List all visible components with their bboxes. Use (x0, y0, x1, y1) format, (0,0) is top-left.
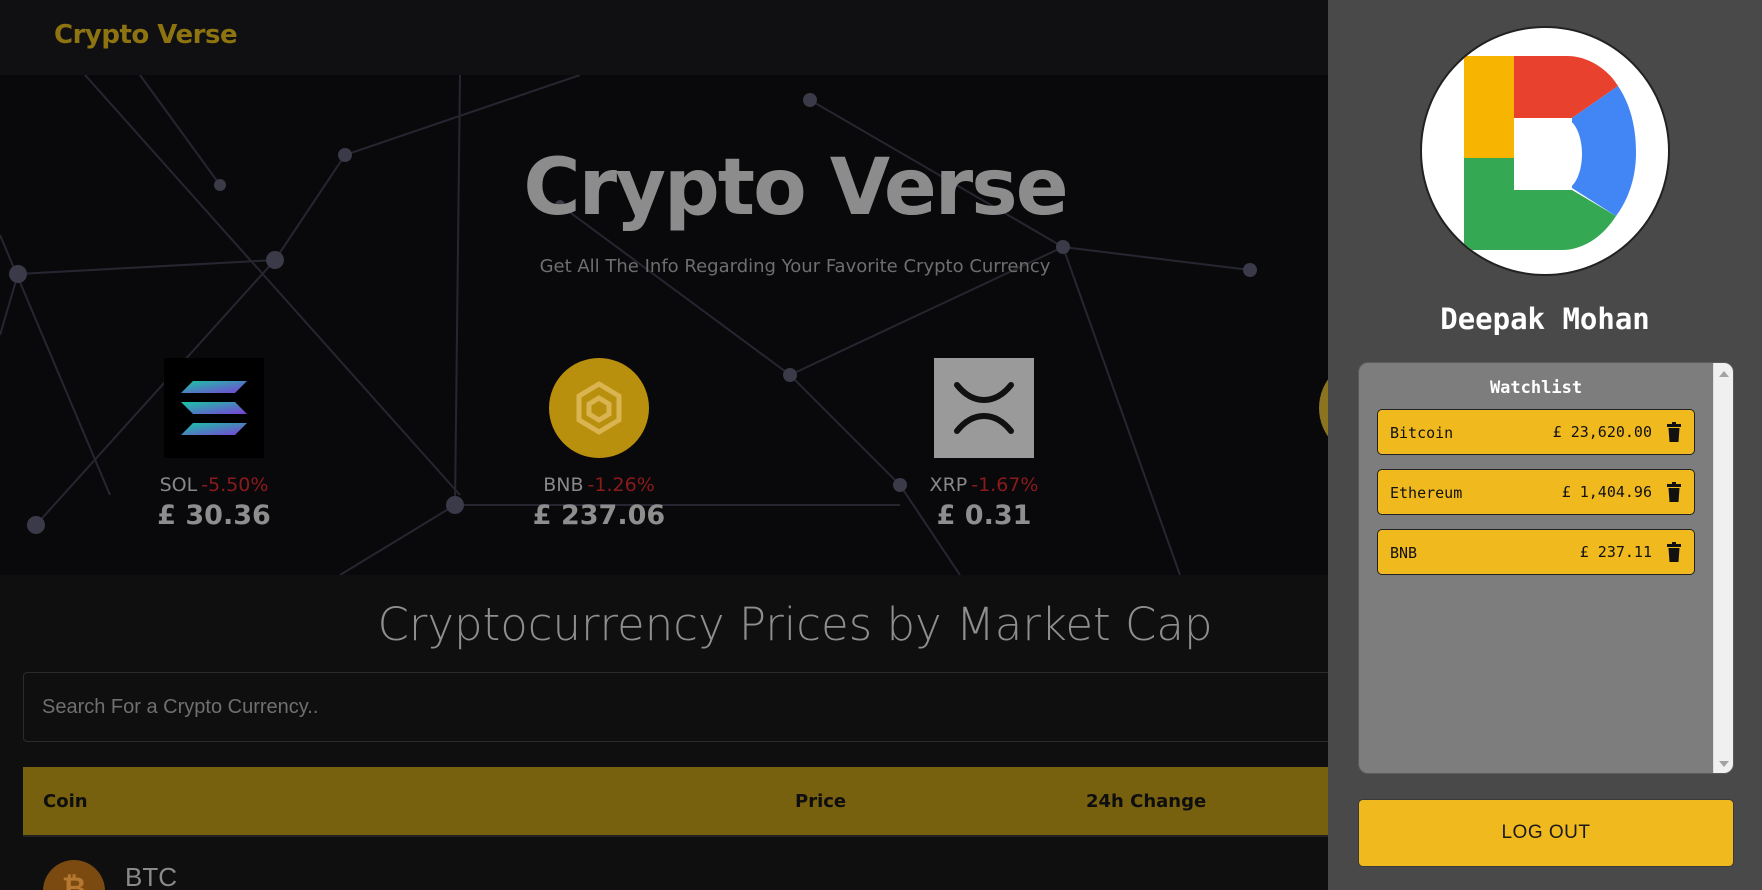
scroll-down-arrow-icon[interactable] (1719, 761, 1729, 767)
logout-button[interactable]: LOG OUT (1358, 799, 1734, 867)
table-header: Coin Price 24h Change (23, 767, 1543, 837)
search-input[interactable] (23, 672, 1543, 742)
coin-change: -1.67% (971, 474, 1039, 496)
watchlist-scrollbar[interactable] (1713, 363, 1733, 773)
brand-logo-text[interactable]: Crypto Verse (54, 20, 238, 50)
avatar (1420, 26, 1670, 276)
user-sidebar-drawer: Deepak Mohan Watchlist Bitcoin £ 23,620.… (1328, 0, 1762, 890)
solana-logo-icon (164, 358, 264, 458)
trash-icon[interactable] (1667, 422, 1681, 442)
coin-label: SOL -5.50% (94, 474, 334, 496)
coin-symbol: XRP (929, 474, 968, 496)
watchlist-title: Watchlist (1489, 378, 1583, 398)
watchlist-item[interactable]: BNB £ 237.11 (1377, 529, 1695, 575)
coin-label: XRP -1.67% (864, 474, 1104, 496)
coin-price: £ 30.36 (157, 500, 271, 531)
coin-change: -5.50% (201, 474, 269, 496)
xrp-logo-icon (934, 358, 1034, 458)
bitcoin-logo-icon: ₿ (43, 860, 105, 890)
coin-symbol: SOL (159, 474, 198, 496)
watchlist-item[interactable]: Bitcoin £ 23,620.00 (1377, 409, 1695, 455)
bnb-logo-icon (549, 358, 649, 458)
coin-symbol: BNB (543, 474, 584, 496)
google-drive-d-logo-icon (1464, 56, 1636, 250)
watchlist-coin-name: BNB (1390, 544, 1418, 562)
scroll-up-arrow-icon[interactable] (1719, 371, 1729, 377)
column-header-coin[interactable]: Coin (43, 791, 88, 812)
carousel-coin-xrp[interactable]: XRP -1.67% £ 0.31 (864, 358, 1104, 531)
watchlist-coin-name: Bitcoin (1390, 424, 1454, 442)
coin-price: £ 0.31 (936, 500, 1032, 531)
watchlist-coin-price: £ 237.11 (1579, 543, 1652, 561)
carousel-coin-bnb[interactable]: BNB -1.26% £ 237.06 (479, 358, 719, 531)
user-name: Deepak Mohan (1440, 302, 1650, 336)
watchlist-item[interactable]: Ethereum £ 1,404.96 (1377, 469, 1695, 515)
watchlist-coin-price: £ 23,620.00 (1552, 423, 1652, 441)
column-header-24h-change[interactable]: 24h Change (1086, 791, 1206, 812)
column-header-price[interactable]: Price (795, 791, 846, 812)
trash-icon[interactable] (1667, 542, 1681, 562)
coin-price: £ 237.06 (532, 500, 666, 531)
table-row[interactable]: ₿ BTC (23, 838, 1543, 890)
watchlist-coin-price: £ 1,404.96 (1561, 483, 1652, 501)
watchlist-panel[interactable]: Watchlist Bitcoin £ 23,620.00 Ethereum £… (1358, 362, 1734, 774)
coin-label: BNB -1.26% (479, 474, 719, 496)
coin-change: -1.26% (587, 474, 655, 496)
row-coin-symbol: BTC (125, 862, 177, 890)
trash-icon[interactable] (1667, 482, 1681, 502)
carousel-coin-sol[interactable]: SOL -5.50% £ 30.36 (94, 358, 334, 531)
watchlist-coin-name: Ethereum (1390, 484, 1463, 502)
